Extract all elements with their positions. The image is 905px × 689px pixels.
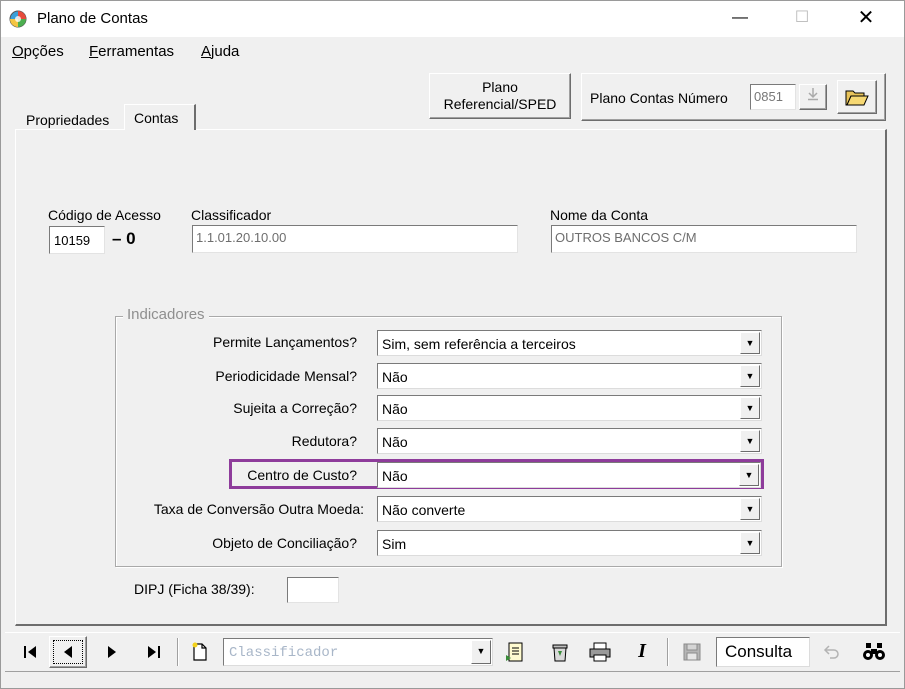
menu-ajuda-mnemonic: A — [201, 43, 212, 60]
menu-ferramentas-label: erramentas — [98, 43, 175, 60]
maximize-button[interactable]: ☐ — [779, 1, 825, 37]
menu-opcoes-label: pções — [23, 43, 64, 60]
permite-lancamentos-value: Sim, sem referência a terceiros — [382, 336, 576, 352]
minimize-button[interactable]: — — [717, 1, 763, 37]
indicadores-title: Indicadores — [123, 306, 209, 323]
delete-button[interactable] — [541, 636, 579, 668]
periodicidade-mensal-label: Periodicidade Mensal? — [215, 368, 357, 384]
info-italic-i-icon: I — [638, 640, 646, 662]
mode-status-field: Consulta — [716, 637, 810, 667]
toolbar-separator — [667, 638, 669, 666]
menu-ajuda-label: juda — [211, 43, 240, 60]
classificador-search-placeholder: Classificador — [229, 645, 339, 661]
plano-de-contas-window: Plano de Contas — ☐ ✕ Opções Ferramentas… — [0, 0, 905, 689]
dipj-label: DIPJ (Ficha 38/39): — [134, 581, 255, 597]
classificador-field[interactable]: 1.1.01.20.10.00 — [192, 225, 518, 253]
plano-referencial-line1: Plano — [482, 79, 518, 95]
menu-opcoes-mnemonic: O — [12, 43, 24, 60]
first-record-button[interactable] — [11, 636, 49, 668]
last-record-button[interactable] — [135, 636, 173, 668]
save-button[interactable] — [673, 636, 711, 668]
open-folder-button[interactable] — [837, 80, 877, 114]
taxa-conversao-label: Taxa de Conversão Outra Moeda: — [153, 501, 364, 517]
new-record-button[interactable] — [181, 636, 219, 668]
chevron-down-icon[interactable]: ▼ — [740, 430, 760, 452]
last-record-icon — [148, 646, 160, 658]
new-document-icon — [192, 642, 207, 661]
codigo-digito: – 0 — [112, 229, 136, 248]
binoculars-icon — [863, 643, 885, 660]
toolbar-separator — [177, 638, 179, 666]
plano-referencial-button[interactable]: Plano Referencial/SPED — [429, 73, 571, 119]
report-document-icon — [506, 642, 523, 662]
plano-contas-spin-button[interactable] — [799, 84, 827, 110]
chevron-down-icon[interactable]: ▼ — [740, 365, 760, 387]
menu-ferramentas[interactable]: Ferramentas — [89, 43, 174, 60]
save-disk-icon — [683, 643, 701, 661]
permite-lancamentos-select[interactable]: Sim, sem referência a terceiros ▼ — [377, 330, 762, 356]
menu-opcoes[interactable]: Opções — [12, 43, 64, 60]
title-bar: Plano de Contas — ☐ ✕ — [1, 1, 904, 37]
dipj-field[interactable] — [287, 577, 339, 603]
tab-contas[interactable]: Contas — [124, 104, 196, 130]
redutora-label: Redutora? — [291, 433, 357, 449]
download-arrow-icon — [808, 88, 818, 101]
nome-conta-label: Nome da Conta — [550, 207, 649, 223]
open-folder-icon — [845, 90, 869, 106]
menu-ajuda[interactable]: Ajuda — [201, 43, 239, 60]
taxa-conversao-value: Não converte — [382, 502, 466, 518]
plano-contas-number-field[interactable]: 0851 — [750, 84, 796, 110]
centro-custo-value: Não — [382, 468, 408, 484]
chevron-down-icon[interactable]: ▼ — [740, 397, 760, 419]
periodicidade-mensal-value: Não — [382, 369, 408, 385]
sujeita-correcao-value: Não — [382, 401, 408, 417]
undo-arrow-icon — [823, 645, 839, 659]
codigo-acesso-label: Código de Acesso — [48, 207, 161, 223]
printer-icon — [589, 642, 611, 662]
chevron-down-icon[interactable]: ▼ — [740, 498, 760, 520]
close-button[interactable]: ✕ — [843, 1, 889, 37]
plano-referencial-line2: Referencial/SPED — [443, 96, 557, 112]
redutora-select[interactable]: Não ▼ — [377, 428, 762, 454]
classificador-label: Classificador — [191, 207, 272, 223]
print-button[interactable] — [581, 636, 619, 668]
first-record-icon — [24, 646, 36, 658]
chevron-down-icon[interactable]: ▼ — [740, 532, 760, 554]
window-title: Plano de Contas — [37, 10, 148, 27]
chevron-down-icon[interactable]: ▼ — [739, 464, 759, 486]
info-button[interactable]: I — [623, 636, 661, 668]
nome-conta-field[interactable]: OUTROS BANCOS C/M — [551, 225, 857, 253]
next-record-button[interactable] — [93, 636, 131, 668]
periodicidade-mensal-select[interactable]: Não ▼ — [377, 363, 762, 389]
app-globe-icon — [9, 10, 27, 28]
chevron-down-icon[interactable]: ▼ — [740, 332, 760, 354]
permite-lancamentos-label: Permite Lançamentos? — [213, 334, 357, 350]
previous-record-icon — [64, 646, 72, 658]
menu-bar: Opções Ferramentas Ajuda — [1, 39, 904, 63]
taxa-conversao-select[interactable]: Não converte ▼ — [377, 496, 762, 522]
previous-record-button[interactable] — [49, 636, 87, 668]
next-record-icon — [108, 646, 116, 658]
objeto-conciliacao-select[interactable]: Sim ▼ — [377, 530, 762, 556]
search-button[interactable] — [855, 636, 893, 668]
redutora-value: Não — [382, 434, 408, 450]
objeto-conciliacao-label: Objeto de Conciliação? — [212, 535, 357, 551]
report-button[interactable] — [497, 636, 535, 668]
undo-button[interactable] — [813, 636, 851, 668]
sujeita-correcao-label: Sujeita a Correção? — [233, 400, 357, 416]
tab-propriedades-label: Propriedades — [26, 112, 110, 128]
plano-contas-label: Plano Contas Número — [590, 90, 728, 106]
plano-contas-group: Plano Contas Número 0851 — [581, 73, 886, 121]
sujeita-correcao-select[interactable]: Não ▼ — [377, 395, 762, 421]
chevron-down-icon[interactable]: ▼ — [471, 640, 491, 664]
codigo-acesso-field[interactable]: 10159 — [49, 226, 105, 254]
recycle-bin-icon — [552, 644, 568, 662]
centro-custo-label: Centro de Custo? — [247, 467, 357, 483]
centro-custo-select[interactable]: Não ▼ — [377, 462, 761, 488]
objeto-conciliacao-value: Sim — [382, 536, 407, 552]
menu-ferramentas-mnemonic: F — [89, 43, 99, 60]
classificador-search-combo[interactable]: Classificador ▼ — [223, 638, 493, 666]
tab-contas-label: Contas — [134, 110, 179, 126]
